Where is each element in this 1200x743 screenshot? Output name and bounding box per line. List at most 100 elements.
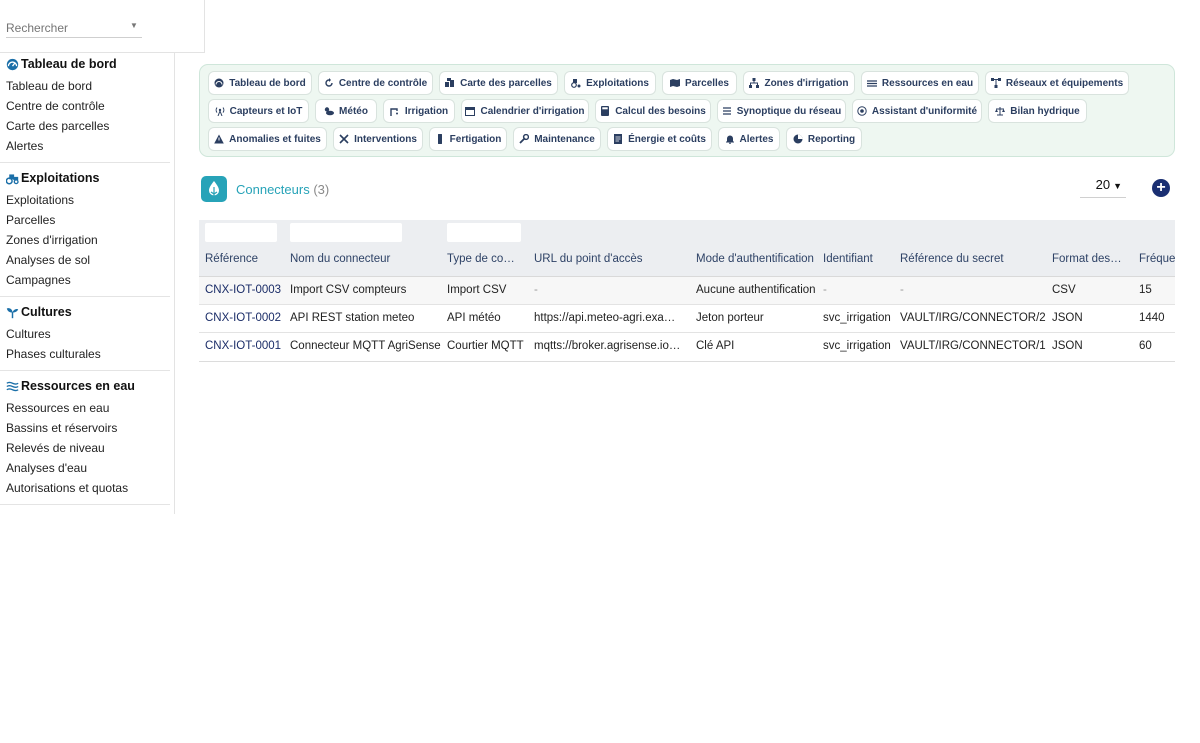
- nav-network-synoptic-button[interactable]: Synoptique du réseau: [717, 99, 846, 123]
- column-header-endpoint-url[interactable]: URL du point d'accès: [534, 253, 684, 265]
- faucet-icon: [390, 106, 400, 116]
- column-header-name[interactable]: Nom du connecteur: [290, 253, 440, 265]
- nav-label: Calendrier d'irrigation: [480, 105, 585, 117]
- cell-identifier: svc_irrigation: [823, 340, 891, 352]
- connector-logo-icon: [201, 176, 227, 202]
- column-header-secret-ref[interactable]: Référence du secret: [900, 253, 1045, 265]
- nav-label: Parcelles: [685, 77, 729, 89]
- sidebar-section-header: Ressources en eau: [0, 376, 170, 396]
- sidebar-item-crops[interactable]: Cultures: [0, 324, 170, 344]
- calculator-icon: [600, 106, 610, 116]
- column-header-identifier[interactable]: Identifiant: [823, 253, 893, 265]
- sidebar-item-crop-phases[interactable]: Phases culturales: [0, 344, 170, 364]
- nav-label: Alertes: [739, 133, 774, 145]
- filter-name-input[interactable]: [290, 223, 402, 242]
- table-row[interactable]: CNX-IOT-0003 Import CSV compteurs Import…: [199, 277, 1175, 305]
- nav-label: Zones d'irrigation: [764, 77, 849, 89]
- nav-parcels-button[interactable]: Parcelles: [662, 71, 737, 95]
- sidebar-item-alerts[interactable]: Alertes: [0, 136, 170, 156]
- sidebar-item-permits-quotas[interactable]: Autorisations et quotas: [0, 478, 170, 498]
- nav-needs-calc-button[interactable]: Calcul des besoins: [595, 99, 711, 123]
- sidebar-item-water-analyses[interactable]: Analyses d'eau: [0, 458, 170, 478]
- nav-alerts-button[interactable]: Alertes: [718, 127, 780, 151]
- sidebar-item-farms[interactable]: Exploitations: [0, 190, 170, 210]
- chevron-down-icon[interactable]: ▼: [130, 21, 138, 30]
- column-header-data-format[interactable]: Format des données: [1052, 253, 1124, 265]
- nav-label: Météo: [339, 105, 368, 117]
- invoice-icon: [613, 134, 623, 144]
- nav-networks-button[interactable]: Réseaux et équipements: [985, 71, 1129, 95]
- nav-anomalies-button[interactable]: Anomalies et fuites: [208, 127, 327, 151]
- cell-auth-mode: Clé API: [696, 340, 735, 352]
- nav-interventions-button[interactable]: Interventions: [333, 127, 423, 151]
- cell-reference[interactable]: CNX-IOT-0003: [205, 284, 285, 296]
- sidebar-section-title: Cultures: [21, 305, 72, 319]
- nav-irrigation-calendar-button[interactable]: Calendrier d'irrigation: [461, 99, 589, 123]
- nav-irrigation-button[interactable]: Irrigation: [383, 99, 455, 123]
- sidebar-item-irrigation-zones[interactable]: Zones d'irrigation: [0, 230, 170, 250]
- cell-frequency: 1440: [1139, 312, 1165, 324]
- page-size-select[interactable]: 20 ▼: [1080, 177, 1126, 198]
- sidebar-item-parcels[interactable]: Parcelles: [0, 210, 170, 230]
- nav-dashboard-button[interactable]: Tableau de bord: [208, 71, 312, 95]
- sidebar-item-campaigns[interactable]: Campagnes: [0, 270, 170, 290]
- tools-icon: [339, 134, 349, 144]
- nav-farms-button[interactable]: Exploitations: [564, 71, 656, 95]
- nav-fertigation-button[interactable]: Fertigation: [429, 127, 507, 151]
- record-count: (3): [313, 182, 330, 197]
- sidebar-item-control-center[interactable]: Centre de contrôle: [0, 96, 170, 116]
- filter-type-input[interactable]: [447, 223, 521, 242]
- filter-reference-input[interactable]: [205, 223, 277, 242]
- cell-reference[interactable]: CNX-IOT-0002: [205, 312, 285, 324]
- cell-identifier: svc_irrigation: [823, 312, 891, 324]
- table-row[interactable]: CNX-IOT-0002 API REST station meteo API …: [199, 305, 1175, 333]
- column-header-auth-mode[interactable]: Mode d'authentification: [696, 253, 816, 265]
- sprout-icon: [6, 307, 19, 318]
- cell-frequency: 15: [1139, 284, 1152, 296]
- search-input[interactable]: [6, 15, 142, 38]
- nav-maintenance-button[interactable]: Maintenance: [513, 127, 601, 151]
- nav-reporting-button[interactable]: Reporting: [786, 127, 862, 151]
- sidebar-section-title: Tableau de bord: [21, 57, 117, 71]
- sidebar-section-title: Exploitations: [21, 171, 100, 185]
- sidebar-section-crops: Cultures Cultures Phases culturales: [0, 302, 170, 371]
- cell-name: Connecteur MQTT AgriSense: [290, 340, 441, 352]
- sidebar-item-basins[interactable]: Bassins et réservoirs: [0, 418, 170, 438]
- tractor-icon: [6, 173, 19, 185]
- flask-icon: [435, 134, 445, 144]
- page-size-value: 20: [1095, 177, 1111, 192]
- nav-label: Fertigation: [449, 133, 502, 145]
- cell-reference[interactable]: CNX-IOT-0001: [205, 340, 285, 352]
- sidebar-item-parcel-map[interactable]: Carte des parcelles: [0, 116, 170, 136]
- column-header-frequency[interactable]: Fréquence: [1139, 253, 1175, 265]
- nav-sensors-iot-button[interactable]: Capteurs et IoT: [208, 99, 309, 123]
- sidebar-item-soil-analyses[interactable]: Analyses de sol: [0, 250, 170, 270]
- nav-irrigation-zones-button[interactable]: Zones d'irrigation: [743, 71, 855, 95]
- nav-water-resources-button[interactable]: Ressources en eau: [861, 71, 979, 95]
- nav-energy-costs-button[interactable]: Énergie et coûts: [607, 127, 712, 151]
- nav-parcel-map-button[interactable]: Carte des parcelles: [439, 71, 558, 95]
- column-header-reference[interactable]: Référence: [205, 253, 283, 265]
- add-connector-button[interactable]: +: [1152, 179, 1170, 197]
- calendar-icon: [465, 106, 476, 116]
- sidebar-item-water-resources[interactable]: Ressources en eau: [0, 398, 170, 418]
- water-waves-icon: [6, 381, 19, 391]
- gauge-icon: [6, 58, 19, 70]
- cell-auth-mode: Jeton porteur: [696, 312, 764, 324]
- search-panel: ▼: [0, 0, 205, 53]
- cell-endpoint-url: -: [534, 284, 538, 296]
- nav-label: Maintenance: [534, 133, 595, 145]
- nav-weather-button[interactable]: Météo: [315, 99, 377, 123]
- nav-water-balance-button[interactable]: Bilan hydrique: [988, 99, 1087, 123]
- column-header-type[interactable]: Type de connecteur: [447, 253, 520, 265]
- cell-name: Import CSV compteurs: [290, 284, 407, 296]
- nav-control-center-button[interactable]: Centre de contrôle: [318, 71, 433, 95]
- table-row[interactable]: CNX-IOT-0001 Connecteur MQTT AgriSense C…: [199, 333, 1175, 361]
- sidebar-item-level-readings[interactable]: Relevés de niveau: [0, 438, 170, 458]
- chevron-down-icon: ▼: [1113, 181, 1122, 191]
- nav-uniformity-assistant-button[interactable]: Assistant d'uniformité: [852, 99, 982, 123]
- sitemap-icon: [749, 78, 760, 88]
- target-icon: [857, 106, 867, 116]
- sidebar-item-dashboard[interactable]: Tableau de bord: [0, 76, 170, 96]
- refresh-icon: [324, 78, 334, 88]
